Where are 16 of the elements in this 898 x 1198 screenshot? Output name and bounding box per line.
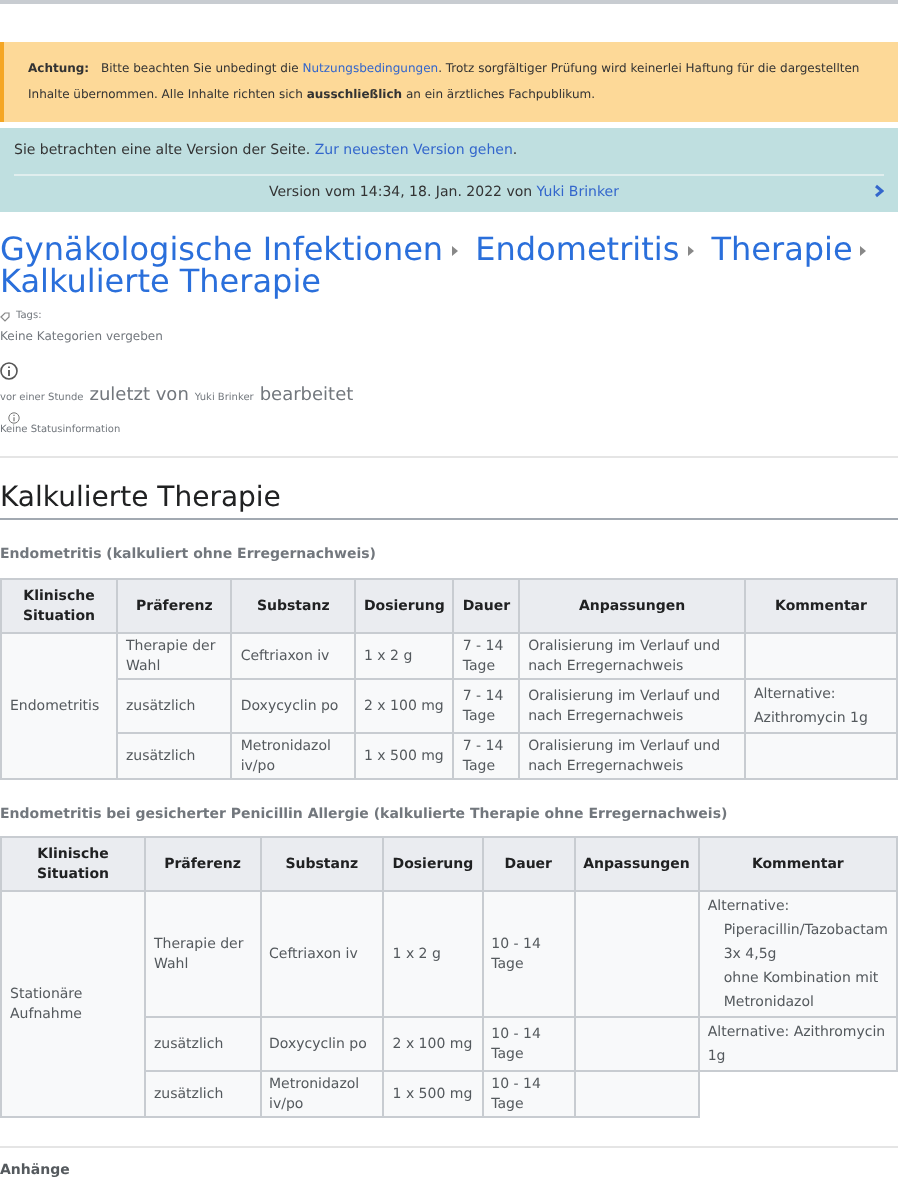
edited-by-text: zuletzt von: [89, 383, 189, 409]
caret-icon: [687, 246, 694, 257]
table-cell: [574, 1017, 699, 1071]
table-cell: [574, 891, 699, 1017]
caret-icon: [451, 246, 458, 257]
breadcrumb-link[interactable]: Gynäkologische Infektionen: [0, 230, 444, 268]
info-icon: [8, 412, 20, 424]
tag-icon: [0, 312, 10, 323]
caret-icon: [860, 246, 867, 257]
edited-text: bearbeitet: [259, 383, 354, 409]
table-cell: [574, 1071, 699, 1117]
section-heading: Kalkulierte Therapie: [0, 482, 898, 520]
chevron-right-icon[interactable]: [874, 184, 884, 199]
breadcrumb-link[interactable]: Therapie: [711, 230, 853, 268]
info-icon: [0, 361, 18, 379]
breadcrumb-link[interactable]: Endometritis: [475, 230, 680, 268]
